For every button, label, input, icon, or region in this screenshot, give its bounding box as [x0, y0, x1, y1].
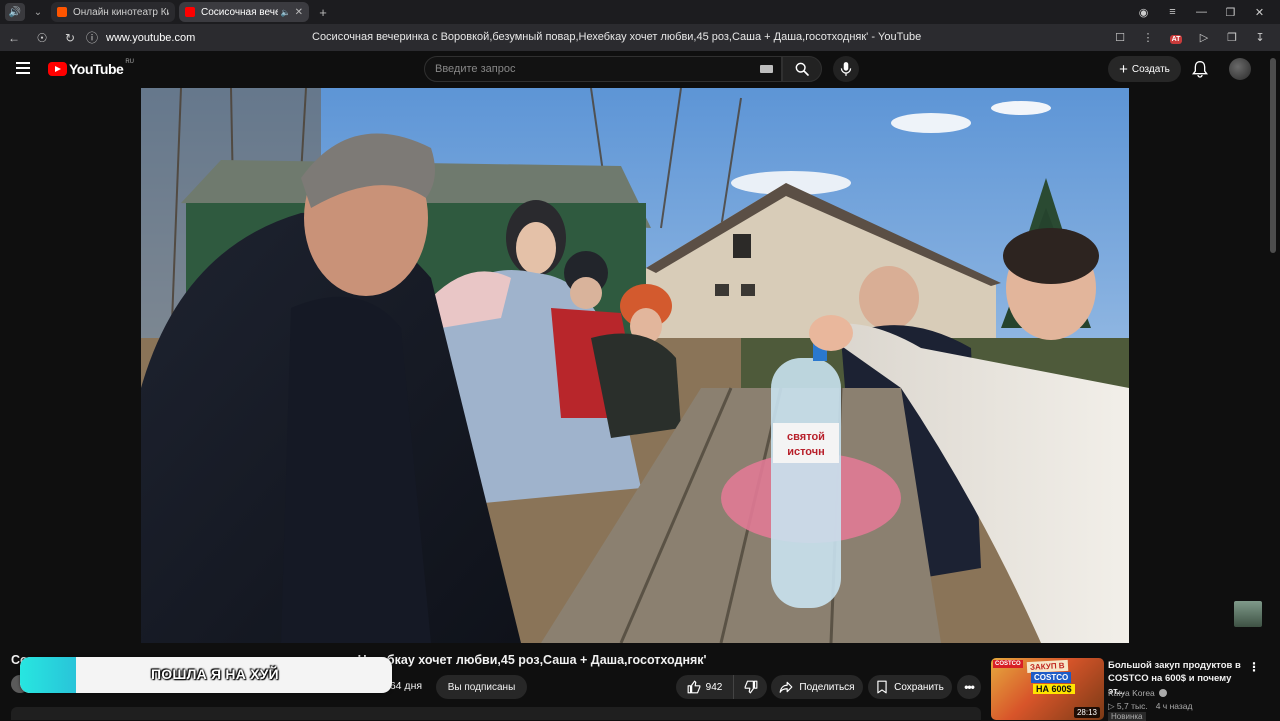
- search-button[interactable]: [782, 56, 822, 82]
- collections-icon[interactable]: ❐: [1218, 31, 1246, 44]
- miniplayer-thumbnail[interactable]: [1234, 601, 1262, 627]
- plus-icon: +: [1119, 60, 1128, 78]
- video-duration: 28:13: [1073, 707, 1100, 718]
- search-box: [424, 56, 782, 82]
- create-button[interactable]: + Создать: [1108, 56, 1181, 82]
- protect-icon[interactable]: ☉: [28, 31, 56, 45]
- kinopoisk-favicon-icon: [57, 7, 67, 17]
- search-input[interactable]: [425, 57, 745, 81]
- new-tab-button[interactable]: +: [315, 4, 331, 20]
- play-icon: ▷: [1108, 701, 1117, 711]
- close-tab-icon[interactable]: ✕: [295, 7, 303, 18]
- speaker-icon[interactable]: 🔈: [281, 8, 291, 17]
- youtube-logo[interactable]: YouTube RU: [48, 59, 134, 77]
- tab-label: Сосисочная вечеринка: [201, 6, 278, 18]
- restore-icon[interactable]: ❐: [1216, 6, 1245, 19]
- more-actions-button[interactable]: •••: [957, 675, 981, 699]
- recommendation-channel[interactable]: Katya Korea: [1108, 688, 1167, 698]
- recommendation-more-icon[interactable]: ⋮: [1248, 660, 1260, 674]
- save-button[interactable]: Сохранить: [868, 675, 952, 699]
- svg-text:святой: святой: [787, 431, 825, 443]
- recommendation-stats: ▷ 5,7 тыс. 4 ч назад: [1108, 701, 1193, 711]
- overlay-progress-bar: [20, 657, 76, 693]
- download-icon[interactable]: ↧: [1246, 31, 1274, 44]
- keyboard-icon[interactable]: [760, 65, 773, 73]
- like-button[interactable]: 942: [676, 675, 734, 699]
- close-window-icon[interactable]: ✕: [1245, 6, 1274, 19]
- verified-icon: [1158, 689, 1167, 697]
- dislike-button[interactable]: [734, 675, 767, 699]
- profile-icon[interactable]: ◉: [1129, 6, 1158, 19]
- svg-text:источн: источн: [787, 446, 825, 458]
- video-frame: святой источн: [141, 88, 1129, 643]
- more-vertical-icon[interactable]: ⋮: [1134, 31, 1162, 44]
- page-scrollbar[interactable]: [1270, 58, 1276, 253]
- bookmark-icon[interactable]: ☐: [1106, 31, 1134, 44]
- browser-tab-strip: 🔊 ⌄ Онлайн кинотеатр Кинопоиск Сосисочна…: [0, 0, 1280, 24]
- youtube-header: YouTube RU + Создать: [0, 51, 1280, 88]
- address-bar-actions: ☐ ⋮ AT ▷ ❐ ↧: [1106, 24, 1274, 51]
- thumbs-down-icon: [744, 680, 757, 694]
- overlay-text: ПОШЛА Я НА ХУЙ: [151, 666, 279, 682]
- reload-icon[interactable]: ↻: [56, 31, 84, 45]
- tab-label: Онлайн кинотеатр Кинопоиск: [73, 6, 169, 18]
- search-icon: [795, 62, 809, 76]
- microphone-icon: [840, 62, 852, 76]
- back-icon[interactable]: ←: [0, 31, 28, 45]
- url-text[interactable]: www.youtube.com: [106, 32, 195, 44]
- like-dislike-group: 942: [676, 675, 767, 699]
- thumbs-up-icon: [687, 680, 701, 694]
- window-controls: ◉ ≡ — ❐ ✕: [1129, 0, 1274, 24]
- share-icon: [779, 681, 793, 693]
- hamburger-menu-icon[interactable]: [16, 62, 30, 74]
- voice-search-button[interactable]: [833, 56, 859, 82]
- overlay-banner: ПОШЛА Я НА ХУЙ: [20, 657, 392, 693]
- address-bar: ← ☉ ↻ ⓘ www.youtube.com Сосисочная вечер…: [0, 24, 1280, 51]
- chevron-down-icon[interactable]: ⌄: [29, 3, 47, 21]
- extension-at-icon[interactable]: AT: [1162, 32, 1190, 44]
- page-title: Сосисочная вечеринка с Воровкой,безумный…: [312, 31, 922, 43]
- account-avatar[interactable]: [1229, 58, 1251, 80]
- audio-tab-icon[interactable]: 🔊: [5, 3, 25, 21]
- tab-youtube[interactable]: Сосисочная вечеринка 🔈 ✕: [179, 2, 309, 22]
- youtube-play-icon: [48, 62, 67, 76]
- media-icon[interactable]: ▷: [1190, 31, 1218, 44]
- description-box[interactable]: [11, 707, 981, 720]
- bookmark-save-icon: [877, 680, 887, 694]
- menu-icon[interactable]: ≡: [1158, 6, 1187, 18]
- recommendation-thumbnail[interactable]: COSTCO ЗАКУП В COSTCO НА 600$ 28:13: [991, 658, 1104, 720]
- minimize-icon[interactable]: —: [1187, 6, 1216, 18]
- share-button[interactable]: Поделиться: [771, 675, 863, 699]
- video-player[interactable]: святой источн: [141, 88, 1129, 643]
- subscribe-button[interactable]: Вы подписаны: [436, 675, 527, 699]
- tab-kinopoisk[interactable]: Онлайн кинотеатр Кинопоиск: [51, 2, 175, 22]
- youtube-favicon-icon: [185, 7, 195, 17]
- site-info-icon[interactable]: ⓘ: [84, 29, 100, 46]
- notifications-bell-icon[interactable]: [1192, 60, 1208, 83]
